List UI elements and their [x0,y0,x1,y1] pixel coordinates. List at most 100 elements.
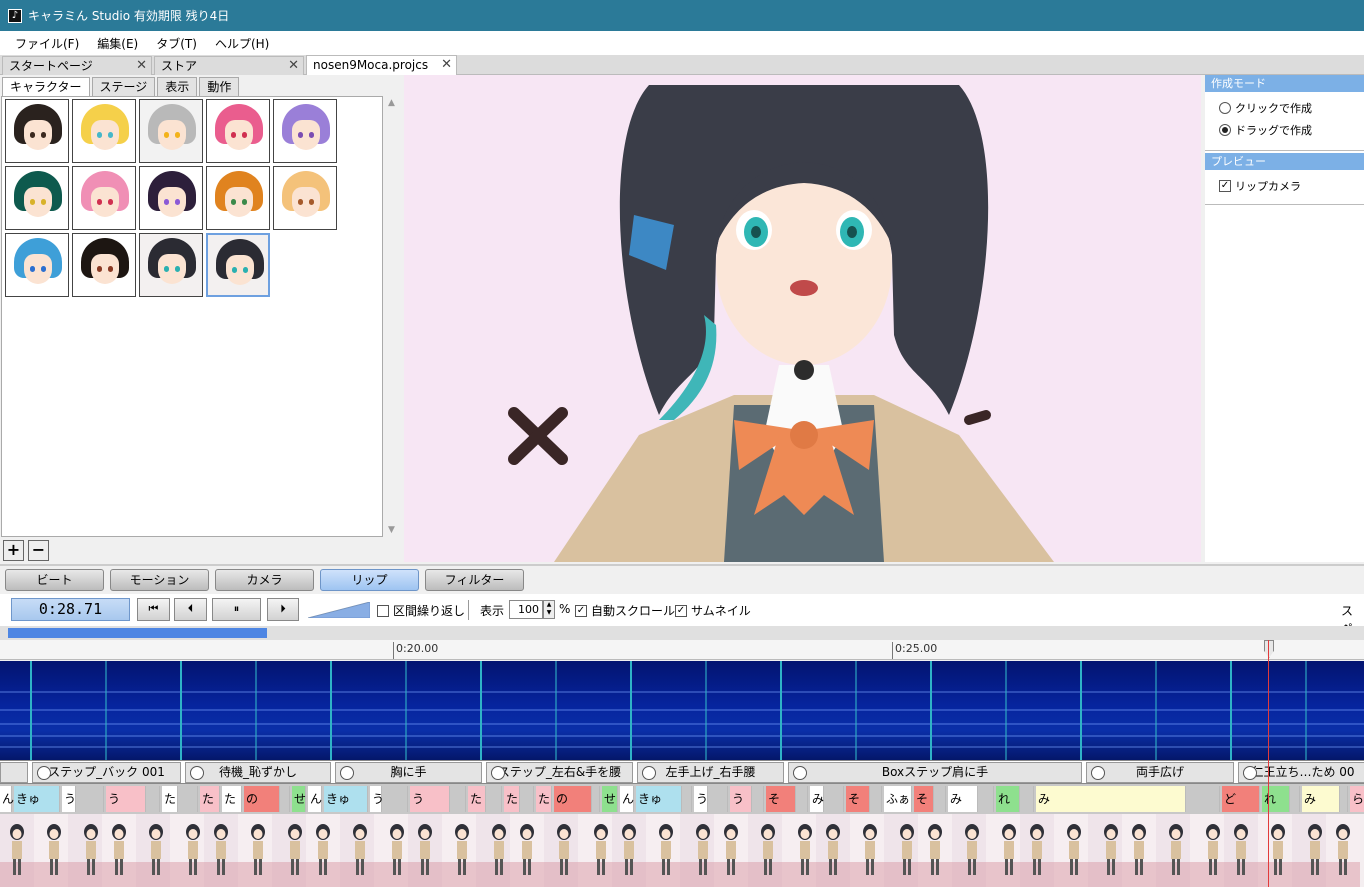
playhead-handle[interactable] [1264,640,1274,658]
lip-phoneme[interactable]: そ [914,786,934,812]
lip-phoneme[interactable] [1342,786,1348,812]
lip-phoneme[interactable] [594,786,600,812]
lip-phoneme[interactable] [754,786,764,812]
lip-phoneme[interactable] [384,786,408,812]
tab-camera[interactable]: カメラ [215,569,314,591]
tab-beat[interactable]: ビート [5,569,104,591]
motion-block[interactable] [0,762,28,783]
add-character-button[interactable]: + [3,540,24,561]
lip-phoneme[interactable]: た [536,786,552,812]
close-icon[interactable]: ✕ [441,56,452,74]
lip-phoneme[interactable]: た [504,786,520,812]
character-thumbnail[interactable] [72,166,136,230]
thumbnail-checkbox[interactable]: ✓ [675,604,687,617]
motion-block[interactable]: 仁王立ち…ため 00 [1238,762,1364,783]
character-thumbnail[interactable] [206,233,270,297]
motion-block[interactable]: 両手広げ [1086,762,1234,783]
lip-phoneme[interactable]: た [162,786,178,812]
remove-character-button[interactable]: − [28,540,49,561]
audio-spectrogram[interactable] [0,661,1364,760]
lip-camera-checkbox[interactable]: ✓ [1219,180,1231,192]
motion-block[interactable]: ステップ_バック 001 [32,762,181,783]
loop-option[interactable]: 区間繰り返し [377,602,465,619]
tab-motion-editor[interactable]: モーション [110,569,209,591]
playback-progress[interactable] [0,626,1364,640]
lip-phoneme[interactable] [148,786,160,812]
lip-phoneme[interactable]: た [222,786,242,812]
loop-checkbox[interactable] [377,604,389,617]
motion-block[interactable]: Boxステップ肩に手 [788,762,1082,783]
character-thumbnail[interactable] [273,166,337,230]
lip-phoneme[interactable]: ん [308,786,322,812]
lip-phoneme[interactable]: み [810,786,824,812]
autoscroll-option[interactable]: ✓ 自動スクロール [575,602,675,619]
scroll-up-icon[interactable]: ▲ [388,98,395,108]
mode-click-option[interactable]: クリックで作成 [1205,97,1364,119]
thumbnail-option[interactable]: ✓ サムネイル [675,602,751,619]
lip-phoneme[interactable] [936,786,946,812]
lip-phoneme[interactable]: の [554,786,592,812]
menu-edit[interactable]: 編集(E) [88,35,147,52]
character-thumbnail[interactable] [72,233,136,297]
lip-phoneme[interactable]: の [244,786,280,812]
lip-phoneme[interactable] [282,786,290,812]
lip-phoneme[interactable] [710,786,728,812]
lip-phoneme[interactable]: せ [602,786,618,812]
lip-phoneme[interactable]: きゅ [14,786,60,812]
lip-phoneme[interactable]: み [1302,786,1340,812]
volume-slider[interactable] [308,602,370,618]
menu-file[interactable]: ファイル(F) [6,35,88,52]
lip-phoneme[interactable] [980,786,994,812]
lip-phoneme[interactable] [180,786,198,812]
character-thumbnail[interactable] [139,166,203,230]
lip-phoneme[interactable] [872,786,882,812]
tab-store[interactable]: ストア ✕ [154,56,304,75]
lip-phoneme[interactable]: み [1036,786,1186,812]
character-thumbnail[interactable] [206,166,270,230]
lip-phoneme[interactable] [452,786,466,812]
tab-filter[interactable]: フィルター [425,569,524,591]
menu-help[interactable]: ヘルプ(H) [206,35,278,52]
lip-phoneme[interactable]: れ [1262,786,1290,812]
close-icon[interactable]: ✕ [288,57,299,75]
character-thumbnail[interactable] [206,99,270,163]
skip-to-start-icon[interactable]: ⏮ [137,598,170,621]
zoom-input[interactable]: 100 [509,600,543,619]
lip-phoneme[interactable]: れ [996,786,1020,812]
motion-block[interactable]: 胸に手 [335,762,482,783]
mode-drag-option[interactable]: ドラッグで作成 [1205,119,1364,141]
tab-display[interactable]: 表示 [157,77,198,97]
character-thumbnail[interactable] [5,233,69,297]
lip-phoneme[interactable] [684,786,692,812]
motion-block[interactable]: 左手上げ_右手腰 [637,762,784,783]
lip-phoneme[interactable]: そ [846,786,870,812]
lip-phoneme[interactable]: ん [0,786,14,812]
3d-preview-viewport[interactable] [404,75,1201,562]
motion-block[interactable]: 待機_恥ずかし [185,762,331,783]
character-thumbnail[interactable] [72,99,136,163]
tab-character[interactable]: キャラクター [2,77,90,97]
lip-phoneme[interactable] [1292,786,1300,812]
character-thumbnail[interactable] [139,233,203,297]
motion-block[interactable]: ステップ_左右&手を腰 [486,762,633,783]
lip-camera-option[interactable]: ✓ リップカメラ [1205,175,1364,197]
lip-phoneme[interactable] [488,786,502,812]
tab-project[interactable]: nosen9Moca.projcs ✕ [306,55,457,75]
lip-phoneme[interactable] [78,786,104,812]
lip-phoneme[interactable]: う [106,786,146,812]
character-thumbnail[interactable] [5,166,69,230]
grid-scrollbar[interactable]: ▲ ▼ [384,96,400,537]
character-thumbnail[interactable] [273,99,337,163]
character-thumbnail[interactable] [5,99,69,163]
mode-drag-radio[interactable] [1219,124,1231,136]
pause-icon[interactable]: ⏸ [212,598,261,621]
lip-phoneme[interactable]: そ [766,786,796,812]
lip-phoneme[interactable] [1188,786,1220,812]
lip-phoneme[interactable] [522,786,534,812]
lip-phoneme[interactable]: た [468,786,486,812]
zoom-spinner[interactable]: ▲ ▼ [543,600,555,619]
step-back-icon[interactable]: ⏴ [174,598,207,621]
lip-phoneme[interactable]: きゅ [324,786,368,812]
lip-phoneme[interactable] [1022,786,1034,812]
lip-phoneme[interactable]: ら [1350,786,1364,812]
